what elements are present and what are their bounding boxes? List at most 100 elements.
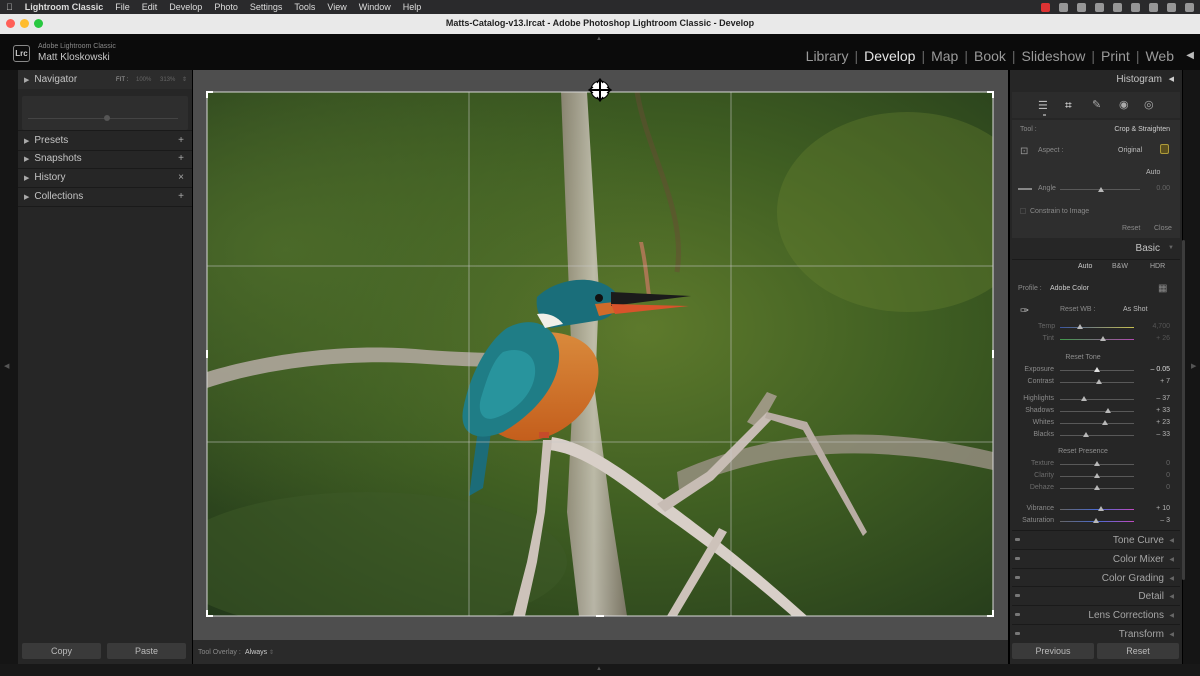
tint-slider-thumb[interactable] [1100, 336, 1106, 341]
color-mixer-panel-header[interactable]: Color Mixer ◀ [1012, 549, 1180, 568]
module-web[interactable]: Web [1145, 48, 1174, 64]
edit-sliders-icon[interactable]: ☰ [1038, 99, 1048, 112]
add-preset-icon[interactable]: + [178, 135, 184, 146]
menu-file[interactable]: File [109, 2, 136, 12]
whites-slider-track[interactable] [1060, 423, 1134, 424]
add-collection-icon[interactable]: + [178, 191, 184, 202]
vibrance-value[interactable]: + 10 [1142, 505, 1170, 512]
cloud-icon[interactable] [1059, 2, 1068, 12]
angle-slider-thumb[interactable] [1098, 187, 1104, 192]
contrast-value[interactable]: + 7 [1142, 378, 1170, 385]
battery-icon[interactable] [1113, 2, 1122, 12]
lens-corrections-panel-header[interactable]: Lens Corrections ◀ [1012, 605, 1180, 624]
blacks-slider-thumb[interactable] [1083, 432, 1089, 437]
angle-value[interactable]: 0.00 [1156, 185, 1170, 192]
tone-curve-panel-header[interactable]: Tone Curve ◀ [1012, 530, 1180, 549]
contrast-slider-thumb[interactable] [1096, 379, 1102, 384]
clear-history-icon[interactable]: × [178, 172, 184, 183]
panel-toggle-icon[interactable]: ◀ [1186, 50, 1194, 61]
panel-switch-icon[interactable] [1015, 594, 1020, 597]
zoom-100[interactable]: 100% [136, 77, 151, 83]
temp-value[interactable]: 4,700 [1142, 323, 1170, 330]
record-icon[interactable] [1041, 2, 1050, 12]
paste-button[interactable]: Paste [107, 643, 186, 659]
module-map[interactable]: Map [931, 48, 958, 64]
zoom-313[interactable]: 313% [160, 77, 175, 83]
blacks-value[interactable]: – 33 [1142, 431, 1170, 438]
dropdown-icon[interactable]: ⇕ [269, 649, 274, 656]
panel-switch-icon[interactable] [1015, 632, 1020, 635]
search-icon[interactable] [1149, 2, 1158, 12]
add-snapshot-icon[interactable]: + [178, 153, 184, 164]
whites-slider-thumb[interactable] [1102, 420, 1108, 425]
tool-overlay-select[interactable]: Always [245, 649, 267, 656]
zoom-fit[interactable]: FIT : [116, 77, 128, 83]
navigator-header[interactable]: ▶ Navigator FIT : 100% 313% ⇕ [18, 70, 192, 89]
whites-value[interactable]: + 23 [1142, 419, 1170, 426]
dehaze-slider-thumb[interactable] [1094, 485, 1100, 490]
copy-button[interactable]: Copy [22, 643, 101, 659]
wb-label[interactable]: Reset WB : [1060, 306, 1095, 313]
zoom-stepper-icon[interactable]: ⇕ [182, 76, 187, 83]
snapshots-header[interactable]: ▶ Snapshots + [18, 149, 192, 168]
auto-straighten-button[interactable]: Auto [1146, 169, 1160, 176]
temp-slider-thumb[interactable] [1077, 324, 1083, 329]
eyedropper-icon[interactable]: ✑ [1020, 304, 1029, 317]
dehaze-value[interactable]: 0 [1142, 484, 1170, 491]
level-icon[interactable] [1018, 188, 1032, 190]
texture-slider-thumb[interactable] [1094, 461, 1100, 466]
module-print[interactable]: Print [1101, 48, 1130, 64]
profile-select[interactable]: Adobe Color [1050, 285, 1089, 292]
wifi-icon[interactable] [1131, 2, 1140, 12]
crop-frame[interactable] [206, 91, 994, 617]
masking-icon[interactable]: ◎ [1144, 98, 1154, 111]
saturation-slider-thumb[interactable] [1093, 518, 1099, 523]
siri-icon[interactable] [1185, 2, 1194, 12]
shadows-slider-track[interactable] [1060, 411, 1134, 412]
presets-header[interactable]: ▶ Presets + [18, 131, 192, 150]
constrain-checkbox[interactable] [1020, 208, 1026, 214]
highlights-slider-thumb[interactable] [1081, 396, 1087, 401]
top-collapse-icon[interactable]: ▲ [596, 36, 602, 42]
panel-switch-icon[interactable] [1015, 557, 1020, 560]
shadows-value[interactable]: + 33 [1142, 407, 1170, 414]
menu-app[interactable]: Lightroom Classic [19, 2, 110, 12]
crop-close-button[interactable]: Close [1154, 225, 1172, 232]
left-collapse-icon[interactable]: ◀ [4, 362, 9, 370]
auto-treatment-button[interactable]: Auto [1078, 263, 1092, 270]
profile-browser-icon[interactable]: ▦ [1158, 283, 1167, 294]
collapse-down-icon[interactable]: ▼ [1168, 245, 1174, 251]
redeye-icon[interactable]: ◉ [1119, 98, 1129, 111]
bw-treatment-button[interactable]: B&W [1112, 263, 1128, 270]
collections-header[interactable]: ▶ Collections + [18, 187, 192, 206]
menu-tools[interactable]: Tools [288, 2, 321, 12]
reset-button[interactable]: Reset [1097, 643, 1179, 659]
blacks-slider-track[interactable] [1060, 435, 1134, 436]
panel-switch-icon[interactable] [1015, 538, 1020, 541]
navigator-slider-thumb[interactable] [104, 115, 110, 121]
control-center-icon[interactable] [1167, 2, 1176, 12]
menu-window[interactable]: Window [353, 2, 397, 12]
module-book[interactable]: Book [974, 48, 1006, 64]
filmstrip-toggle-icon[interactable]: ▲ [596, 666, 602, 672]
basic-title[interactable]: Basic [1136, 243, 1160, 254]
history-header[interactable]: ▶ History × [18, 168, 192, 187]
aspect-select[interactable]: Original [1118, 147, 1142, 154]
lock-icon[interactable] [1160, 144, 1169, 154]
menu-develop[interactable]: Develop [163, 2, 208, 12]
hdr-toggle-button[interactable]: HDR [1150, 263, 1165, 270]
reset-tone-label[interactable]: Reset Tone [1012, 354, 1154, 361]
previous-button[interactable]: Previous [1012, 643, 1094, 659]
crop-corner-handles[interactable] [206, 91, 994, 617]
menu-view[interactable]: View [321, 2, 352, 12]
highlights-value[interactable]: – 37 [1142, 395, 1170, 402]
module-library[interactable]: Library [806, 48, 849, 64]
wb-select[interactable]: As Shot [1123, 306, 1148, 313]
play-icon[interactable] [1077, 2, 1086, 12]
color-grading-panel-header[interactable]: Color Grading ◀ [1012, 568, 1180, 587]
menu-help[interactable]: Help [397, 2, 428, 12]
highlights-slider-track[interactable] [1060, 399, 1134, 400]
tint-value[interactable]: + 26 [1142, 335, 1170, 342]
crop-overlay[interactable] [193, 70, 1008, 640]
apple-logo-icon[interactable]:  [0, 2, 19, 12]
